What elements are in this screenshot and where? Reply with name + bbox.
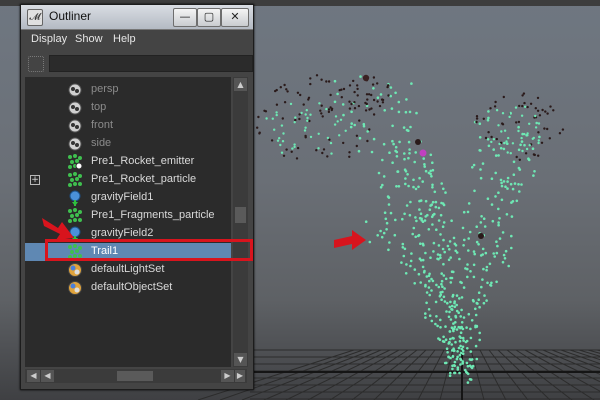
particle-cloud	[256, 74, 565, 384]
camera-icon	[67, 118, 83, 134]
outliner-item-label: side	[91, 137, 112, 149]
set-icon	[67, 262, 83, 278]
outliner-item-label: Pre1_Fragments_particle	[91, 209, 215, 221]
scroll-right-end-arrow-icon[interactable]: ▶	[235, 370, 245, 382]
emitter-icon	[67, 154, 83, 170]
outliner-item-label: top	[91, 101, 107, 113]
trail1-highlight-annotation	[45, 239, 253, 261]
close-button[interactable]: ✕	[221, 8, 249, 27]
maya-app-icon: 𝓜	[27, 9, 43, 26]
outliner-item-label: Pre1_Rocket_particle	[91, 173, 197, 185]
outliner-item-label: gravityField1	[91, 191, 154, 203]
outliner-item[interactable]: defaultLightSet	[25, 261, 231, 279]
expand-icon[interactable]: +	[30, 175, 40, 185]
scroll-down-arrow-icon[interactable]: ▼	[234, 353, 247, 366]
vertical-scroll-thumb[interactable]	[235, 207, 246, 223]
menu-help[interactable]: Help	[113, 33, 136, 45]
outliner-item-label: Pre1_Rocket_emitter	[91, 155, 195, 167]
scroll-right-arrow-icon[interactable]: ▶	[221, 370, 234, 382]
search-input[interactable]	[49, 55, 253, 72]
camera-icon	[67, 82, 83, 98]
search-icon[interactable]	[28, 56, 44, 72]
menu-bar: Display Show Help	[21, 30, 253, 50]
outliner-item[interactable]: top	[25, 99, 231, 117]
red-arrow-annotation-outliner	[42, 218, 74, 240]
outliner-item[interactable]: gravityField1	[25, 189, 231, 207]
outliner-item[interactable]: persp	[25, 81, 231, 99]
vertical-scrollbar[interactable]: ▲ ▼	[233, 77, 248, 367]
camera-icon	[67, 136, 83, 152]
search-row	[21, 53, 253, 77]
scroll-up-arrow-icon[interactable]: ▲	[234, 78, 247, 91]
particle-icon	[67, 172, 83, 188]
window-title: Outliner	[49, 9, 92, 23]
scroll-left-end-arrow-icon[interactable]: ◀	[27, 370, 40, 382]
minimize-button[interactable]: —	[173, 8, 197, 27]
outliner-item[interactable]: front	[25, 117, 231, 135]
set-icon	[67, 280, 83, 296]
outliner-window: 𝓜 Outliner — ▢ ✕ Display Show Help persp…	[20, 4, 254, 390]
maximize-button[interactable]: ▢	[197, 8, 221, 27]
outliner-item-label: gravityField2	[91, 227, 154, 239]
red-arrow-annotation-viewport	[334, 230, 366, 250]
gravity-field-icon	[67, 190, 83, 206]
outliner-item[interactable]: defaultObjectSet	[25, 279, 231, 297]
outliner-item-label: front	[91, 119, 114, 131]
outliner-item[interactable]: side	[25, 135, 231, 153]
horizontal-scrollbar[interactable]: ◀ ◀ ▶ ▶	[25, 369, 247, 383]
outliner-item-label: defaultObjectSet	[91, 281, 173, 293]
outliner-item-label: defaultLightSet	[91, 263, 165, 275]
outliner-title-bar[interactable]: 𝓜 Outliner — ▢ ✕	[21, 5, 253, 30]
outliner-item[interactable]: Pre1_Rocket_emitter	[25, 153, 231, 171]
outliner-item[interactable]: + Pre1_Rocket_particle	[25, 171, 231, 189]
menu-display[interactable]: Display	[31, 33, 67, 45]
ground-grid	[197, 349, 600, 400]
scroll-left-arrow-icon[interactable]: ◀	[41, 370, 54, 382]
outliner-item-label: persp	[91, 83, 119, 95]
menu-show[interactable]: Show	[75, 33, 103, 45]
camera-icon	[67, 100, 83, 116]
horizontal-scroll-thumb[interactable]	[117, 371, 153, 381]
